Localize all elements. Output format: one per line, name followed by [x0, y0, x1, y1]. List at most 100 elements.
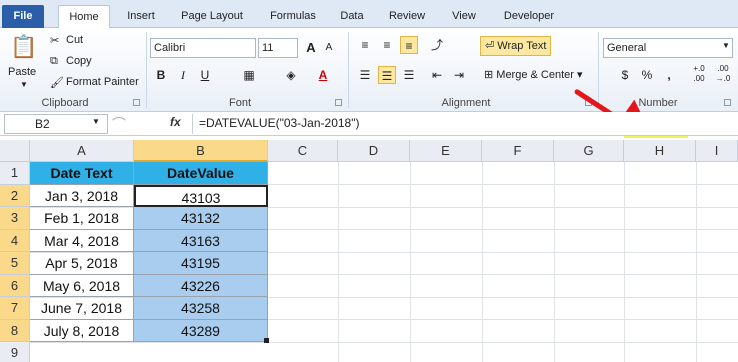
select-all-corner[interactable] — [0, 140, 30, 162]
table-cell-date-text[interactable]: Apr 5, 2018 — [30, 252, 134, 275]
increase-decimal-button[interactable]: +.0 .00 — [688, 64, 710, 83]
cut-icon[interactable]: ✂ — [50, 34, 59, 47]
gridline — [30, 342, 738, 343]
shrink-font-button[interactable]: A — [320, 39, 338, 57]
ribbon-separator — [348, 32, 349, 108]
tab-formulas[interactable]: Formulas — [262, 5, 324, 28]
column-header-f[interactable]: F — [482, 140, 554, 162]
align-top-icon[interactable]: ≡ — [356, 36, 374, 54]
fill-color-icon[interactable]: ◈ — [282, 66, 300, 84]
merge-center-button[interactable]: ⊞ Merge & Center ▾ — [484, 68, 583, 81]
format-painter-button[interactable]: Format Painter — [66, 76, 139, 88]
merge-center-label: Merge & Center — [496, 69, 574, 81]
tab-data[interactable]: Data — [334, 5, 370, 28]
align-middle-icon[interactable]: ≡ — [378, 36, 396, 54]
tab-page-layout[interactable]: Page Layout — [176, 5, 248, 28]
tab-home[interactable]: Home — [58, 5, 110, 29]
table-cell-datevalue[interactable]: 43132 — [134, 207, 268, 230]
table-header-date-text[interactable]: Date Text — [30, 162, 134, 185]
paste-button[interactable]: Paste — [8, 66, 36, 78]
increase-indent-icon[interactable]: ⇥ — [450, 66, 468, 84]
formula-bar-resize-icon[interactable]: ⌒ — [112, 114, 126, 134]
column-header-a[interactable]: A — [30, 140, 134, 162]
font-size-select[interactable]: 11 — [258, 38, 298, 58]
table-cell-datevalue[interactable]: 43226 — [134, 274, 268, 297]
table-cell-datevalue[interactable]: 43195 — [134, 252, 268, 275]
tab-developer[interactable]: Developer — [496, 5, 562, 28]
italic-button[interactable]: I — [174, 66, 192, 84]
wrap-text-icon: ⏎ — [485, 40, 498, 52]
number-launcher-icon[interactable] — [724, 99, 731, 106]
gridline — [338, 162, 339, 362]
comma-button[interactable]: , — [660, 66, 678, 84]
cut-button[interactable]: Cut — [66, 34, 83, 46]
font-launcher-icon[interactable] — [335, 99, 342, 106]
paste-dropdown-icon[interactable]: ▼ — [20, 80, 28, 89]
clipboard-launcher-icon[interactable] — [133, 99, 140, 106]
table-cell-datevalue[interactable]: 43289 — [134, 319, 268, 342]
bold-button[interactable]: B — [152, 66, 170, 84]
orientation-icon[interactable]: ⤴ — [428, 36, 446, 54]
row-header-5[interactable]: 5 — [0, 252, 30, 275]
ribbon: 📋 Paste ▼ ✂ Cut ⧉ Copy 🖌 Format Painter … — [0, 28, 738, 138]
paste-icon[interactable]: 📋 — [10, 32, 37, 62]
formula-input[interactable]: =DATEVALUE("03-Jan-2018") — [192, 114, 736, 134]
column-header-d[interactable]: D — [338, 140, 410, 162]
table-cell-date-text[interactable]: July 8, 2018 — [30, 319, 134, 342]
tab-insert[interactable]: Insert — [120, 5, 162, 28]
wrap-text-label: Wrap Text — [497, 40, 547, 52]
underline-button[interactable]: U — [196, 66, 214, 84]
table-cell-date-text[interactable]: Feb 1, 2018 — [30, 207, 134, 230]
row-header-3[interactable]: 3 — [0, 207, 30, 230]
currency-icon[interactable]: $ — [616, 66, 634, 84]
tab-file[interactable]: File — [2, 5, 44, 28]
alignment-group-label: Alignment — [441, 97, 491, 109]
table-cell-date-text[interactable]: Mar 4, 2018 — [30, 229, 134, 252]
table-header-datevalue[interactable]: DateValue — [134, 162, 268, 185]
font-color-icon[interactable]: A — [314, 66, 332, 84]
table-cell-date-text[interactable]: May 6, 2018 — [30, 274, 134, 297]
row-header-9[interactable]: 9 — [0, 342, 30, 362]
font-name-select[interactable]: Calibri — [150, 38, 256, 58]
row-header-1[interactable]: 1 — [0, 162, 30, 185]
align-center-icon[interactable]: ☰ — [378, 66, 396, 84]
align-right-icon[interactable]: ☰ — [400, 66, 418, 84]
wrap-text-button[interactable]: ⏎ Wrap Text — [480, 36, 552, 56]
decrease-indent-icon[interactable]: ⇤ — [428, 66, 446, 84]
align-left-icon[interactable]: ☰ — [356, 66, 374, 84]
column-header-e[interactable]: E — [410, 140, 482, 162]
copy-icon[interactable]: ⧉ — [50, 55, 58, 68]
percent-button[interactable]: % — [638, 66, 656, 84]
insert-function-icon[interactable]: fx — [170, 115, 181, 129]
number-format-select[interactable]: General — [603, 38, 733, 58]
format-painter-icon[interactable]: 🖌 — [50, 76, 64, 89]
column-header-c[interactable]: C — [268, 140, 338, 162]
row-header-6[interactable]: 6 — [0, 274, 30, 297]
decrease-decimal-button[interactable]: .00 →.0 — [712, 64, 734, 83]
ribbon-separator — [598, 32, 599, 108]
table-cell-date-text[interactable]: Jan 3, 2018 — [30, 184, 134, 207]
tab-view[interactable]: View — [444, 5, 484, 28]
name-box-dropdown-icon[interactable]: ▼ — [92, 117, 100, 126]
row-header-2[interactable]: 2 — [0, 184, 30, 207]
column-header-h[interactable]: H — [624, 140, 696, 162]
number-format-dropdown-icon[interactable]: ▼ — [722, 41, 730, 50]
column-header-i[interactable]: I — [696, 140, 738, 162]
table-cell-datevalue-active[interactable]: 43103 — [134, 184, 268, 207]
table-cell-datevalue[interactable]: 43258 — [134, 297, 268, 320]
row-header-7[interactable]: 7 — [0, 297, 30, 320]
copy-button[interactable]: Copy — [66, 55, 92, 67]
grow-font-button[interactable]: A — [302, 39, 320, 57]
ribbon-separator — [146, 32, 147, 108]
row-header-8[interactable]: 8 — [0, 319, 30, 342]
column-header-g[interactable]: G — [554, 140, 624, 162]
gridline — [482, 162, 483, 362]
fill-handle[interactable] — [264, 338, 269, 343]
tab-review[interactable]: Review — [382, 5, 432, 28]
table-cell-datevalue[interactable]: 43163 — [134, 229, 268, 252]
table-cell-date-text[interactable]: June 7, 2018 — [30, 297, 134, 320]
row-header-4[interactable]: 4 — [0, 229, 30, 252]
column-header-b[interactable]: B — [134, 140, 268, 162]
align-bottom-icon[interactable]: ≡ — [400, 36, 418, 54]
borders-icon[interactable]: ▦ — [240, 66, 258, 84]
